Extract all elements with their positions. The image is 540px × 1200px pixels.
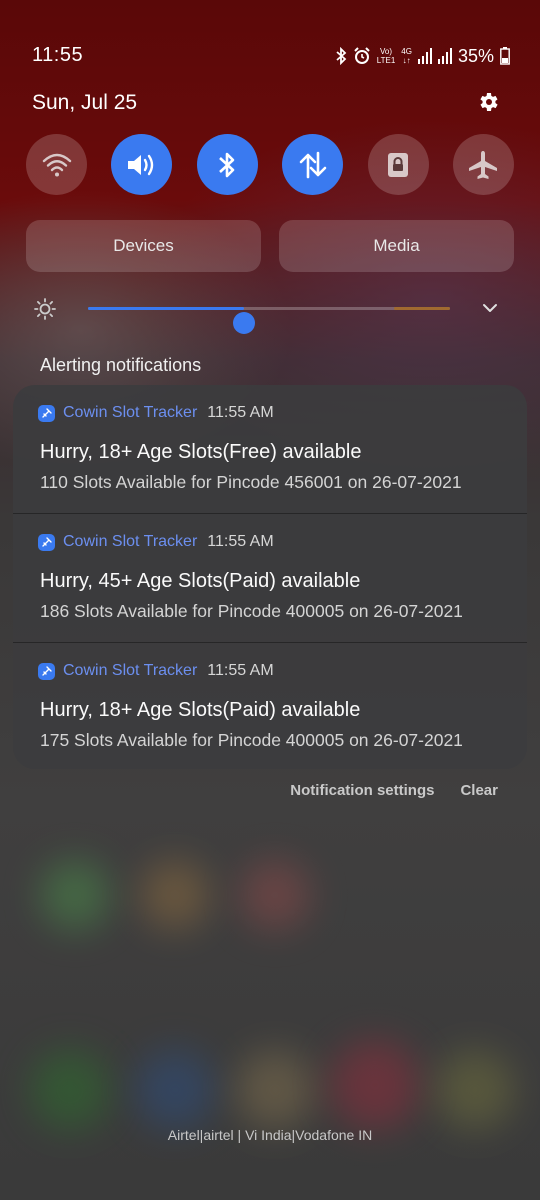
panel-buttons: Devices Media <box>26 220 514 272</box>
signal-icon-sim1 <box>417 48 432 64</box>
battery-icon <box>500 47 510 65</box>
settings-gear-icon[interactable] <box>476 90 500 114</box>
mobile-data-icon <box>299 151 326 178</box>
notification-group: Cowin Slot Tracker 11:55 AM Hurry, 18+ A… <box>13 385 527 769</box>
notification-time: 11:55 AM <box>207 533 274 550</box>
airplane-icon <box>469 150 498 179</box>
notification-time: 11:55 AM <box>207 662 274 679</box>
network-gen-icon: 4G ↓↑ <box>401 47 412 65</box>
notification-body: 175 Slots Available for Pincode 400005 o… <box>40 730 463 750</box>
wifi-icon <box>42 153 71 176</box>
date: Sun, Jul 25 <box>32 91 138 114</box>
app-syringe-icon <box>38 533 55 551</box>
bluetooth-toggle[interactable] <box>196 134 258 195</box>
notification-title: Hurry, 45+ Age Slots(Paid) available <box>40 570 361 592</box>
sound-toggle[interactable] <box>111 134 173 195</box>
clock: 11:55 <box>32 44 84 66</box>
lock-icon <box>388 152 409 177</box>
notification-header: Cowin Slot Tracker 11:55 AM <box>38 662 274 680</box>
carrier-label: Airtel|airtel | Vi India|Vodafone IN <box>167 1127 373 1143</box>
screen-lock-toggle[interactable] <box>367 134 429 195</box>
brightness-thumb[interactable] <box>232 312 255 334</box>
wallpaper-blob <box>330 1040 420 1130</box>
notification-title: Hurry, 18+ Age Slots(Paid) available <box>40 699 361 721</box>
app-syringe-icon <box>38 662 55 680</box>
chevron-down-icon[interactable] <box>480 298 500 323</box>
wallpaper-blob <box>140 860 210 930</box>
bluetooth-status-icon <box>335 47 347 65</box>
app-syringe-icon <box>38 404 55 422</box>
mobile-data-toggle[interactable] <box>282 134 344 195</box>
quick-settings-toggles <box>26 134 514 195</box>
brightness-sun-icon <box>34 298 56 325</box>
battery-percentage: 35% <box>457 45 494 66</box>
notification-title: Hurry, 18+ Age Slots(Free) available <box>40 441 362 463</box>
app-name: Cowin Slot Tracker <box>63 662 198 679</box>
brightness-fill <box>88 307 244 310</box>
brightness-track-end <box>394 307 450 310</box>
wallpaper-blob <box>30 1050 110 1130</box>
sound-icon <box>127 154 154 175</box>
volte-icon: Vo) LTE1 <box>376 47 396 65</box>
app-name: Cowin Slot Tracker <box>63 404 198 421</box>
status-bar: 11:55 Vo) LTE1 4G ↓↑ 35% Sun, Jul 25 <box>0 0 540 114</box>
notification-card[interactable]: Cowin Slot Tracker 11:55 AM Hurry, 18+ A… <box>13 643 527 769</box>
notification-card[interactable]: Cowin Slot Tracker 11:55 AM Hurry, 18+ A… <box>13 385 527 514</box>
wallpaper-blob <box>40 860 110 930</box>
status-icons: Vo) LTE1 4G ↓↑ 35% <box>335 44 510 68</box>
brightness-control <box>30 292 510 334</box>
section-title: Alerting notifications <box>40 355 202 375</box>
signal-icon-sim2 <box>437 48 452 64</box>
bluetooth-icon <box>219 152 235 177</box>
clear-button[interactable]: Clear <box>460 782 498 799</box>
notification-body: 186 Slots Available for Pincode 400005 o… <box>40 601 463 621</box>
wallpaper-blob <box>135 1050 215 1130</box>
wallpaper-blob <box>240 860 310 930</box>
notification-header: Cowin Slot Tracker 11:55 AM <box>38 404 274 422</box>
devices-button[interactable]: Devices <box>26 220 261 272</box>
media-button[interactable]: Media <box>279 220 514 272</box>
notification-settings-button[interactable]: Notification settings <box>290 782 434 799</box>
wifi-toggle[interactable] <box>26 134 87 195</box>
notification-card[interactable]: Cowin Slot Tracker 11:55 AM Hurry, 45+ A… <box>13 514 527 643</box>
alarm-icon <box>353 47 371 65</box>
notification-body: 110 Slots Available for Pincode 456001 o… <box>40 472 462 492</box>
app-name: Cowin Slot Tracker <box>63 533 198 550</box>
brightness-slider[interactable] <box>88 307 450 334</box>
airplane-mode-toggle[interactable] <box>452 134 514 195</box>
notification-actions: Notification settings Clear <box>290 782 498 799</box>
wallpaper-blob <box>435 1050 515 1130</box>
notification-header: Cowin Slot Tracker 11:55 AM <box>38 533 274 551</box>
notification-time: 11:55 AM <box>207 404 274 421</box>
wallpaper-blob <box>235 1050 315 1130</box>
